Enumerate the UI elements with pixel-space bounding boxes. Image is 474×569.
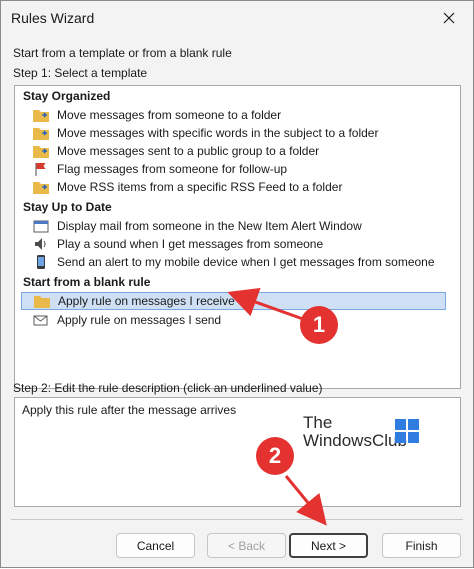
rule-description-box[interactable]: Apply this rule after the message arrive… — [14, 397, 461, 507]
template-item-label: Flag messages from someone for follow-up — [57, 162, 288, 176]
close-icon — [443, 12, 455, 24]
watermark-text: The WindowsClub — [303, 414, 407, 450]
intro-text: Start from a template or from a blank ru… — [13, 46, 232, 60]
folder-arrow-icon — [33, 126, 49, 140]
finish-button[interactable]: Finish — [382, 533, 461, 558]
footer-separator — [11, 519, 463, 520]
template-item-label: Move messages with specific words in the… — [57, 126, 379, 140]
close-button[interactable] — [429, 3, 469, 33]
rules-wizard-window: Rules Wizard Start from a template or fr… — [0, 0, 474, 568]
cancel-button[interactable]: Cancel — [116, 533, 195, 558]
template-list[interactable]: Stay Organized Move messages from someon… — [14, 85, 461, 389]
template-item-display-alert[interactable]: Display mail from someone in the New Ite… — [21, 217, 446, 235]
step1-label: Step 1: Select a template — [13, 66, 148, 80]
send-mail-icon — [33, 313, 49, 327]
template-item-flag-follow-up[interactable]: Flag messages from someone for follow-up — [21, 160, 446, 178]
group-header-blank-rule: Start from a blank rule — [23, 275, 151, 289]
template-item-mobile-alert[interactable]: Send an alert to my mobile device when I… — [21, 253, 446, 271]
watermark-line1: The — [303, 413, 333, 432]
window-title: Rules Wizard — [11, 10, 95, 26]
template-item-move-rss[interactable]: Move RSS items from a specific RSS Feed … — [21, 178, 446, 196]
folder-arrow-icon — [33, 180, 49, 194]
template-item-play-sound[interactable]: Play a sound when I get messages from so… — [21, 235, 446, 253]
wizard-content: Start from a template or from a blank ru… — [1, 35, 473, 525]
template-item-label: Play a sound when I get messages from so… — [57, 237, 324, 251]
folder-arrow-icon — [33, 144, 49, 158]
group-header-stay-organized: Stay Organized — [23, 89, 111, 103]
folder-arrow-icon — [33, 108, 49, 122]
title-bar: Rules Wizard — [1, 1, 473, 35]
step2-label: Step 2: Edit the rule description (click… — [13, 381, 323, 395]
template-item-apply-send[interactable]: Apply rule on messages I send — [21, 311, 446, 329]
windowsclub-logo-icon — [395, 419, 419, 443]
flag-icon — [33, 162, 49, 176]
back-button[interactable]: < Back — [207, 533, 286, 558]
alert-window-icon — [33, 219, 49, 233]
rule-description-text: Apply this rule after the message arrive… — [22, 403, 237, 417]
callout-badge-1: 1 — [300, 306, 338, 344]
template-item-label: Apply rule on messages I receive — [58, 294, 235, 308]
next-button[interactable]: Next > — [289, 533, 368, 558]
template-item-label: Move messages sent to a public group to … — [57, 144, 320, 158]
template-item-label: Apply rule on messages I send — [57, 313, 222, 327]
template-item-label: Move RSS items from a specific RSS Feed … — [57, 180, 343, 194]
group-header-stay-up-to-date: Stay Up to Date — [23, 200, 112, 214]
template-item-label: Display mail from someone in the New Ite… — [57, 219, 362, 233]
mobile-icon — [33, 255, 49, 269]
template-item-move-public-group[interactable]: Move messages sent to a public group to … — [21, 142, 446, 160]
template-item-move-specific-words[interactable]: Move messages with specific words in the… — [21, 124, 446, 142]
template-item-label: Send an alert to my mobile device when I… — [57, 255, 435, 269]
template-item-move-from-someone[interactable]: Move messages from someone to a folder — [21, 106, 446, 124]
template-item-label: Move messages from someone to a folder — [57, 108, 282, 122]
watermark-line2: WindowsClub — [303, 431, 407, 450]
template-item-apply-receive[interactable]: Apply rule on messages I receive — [21, 292, 446, 310]
inbox-icon — [34, 294, 50, 308]
speaker-icon — [33, 237, 49, 251]
callout-badge-2: 2 — [256, 437, 294, 475]
